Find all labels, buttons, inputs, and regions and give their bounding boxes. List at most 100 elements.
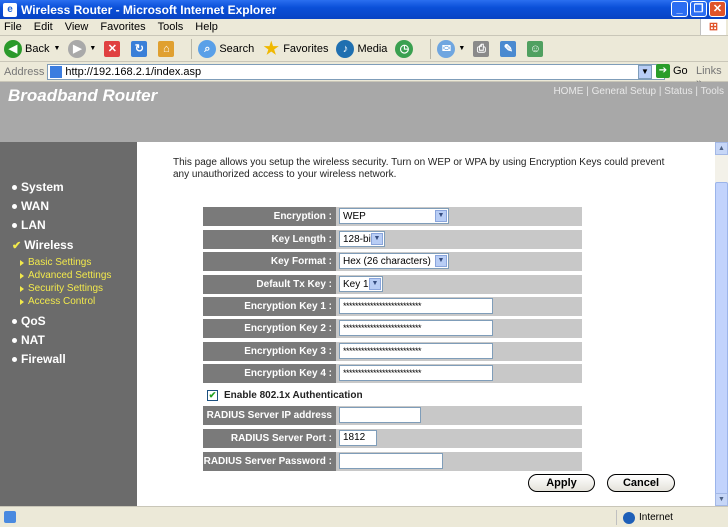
encryption-key-4-label: Encryption Key 4 : (203, 364, 336, 383)
sidebar-item-wan[interactable]: WAN (12, 199, 49, 213)
back-button[interactable]: ◀ Back ▼ (4, 39, 60, 58)
sidebar-item-label: Wireless (24, 238, 74, 252)
radius-ip-label: RADIUS Server IP address : (203, 406, 336, 440)
bullet-icon (12, 203, 17, 209)
encryption-key-4-input[interactable]: ************************** (339, 365, 493, 381)
nav-tools-link[interactable]: Tools (701, 86, 724, 97)
sidebar-subitem-security-settings[interactable]: Security Settings (20, 283, 103, 294)
enable-8021x-checkbox[interactable]: ✔ (207, 390, 218, 401)
radius-port-input[interactable]: 1812 (339, 430, 377, 446)
menu-file[interactable]: File (4, 21, 22, 33)
cancel-button[interactable]: Cancel (607, 474, 675, 492)
intro-text: This page allows you setup the wireless … (173, 157, 665, 180)
sidebar-item-wireless[interactable]: ✔ Wireless (12, 238, 73, 252)
sidebar-item-qos[interactable]: QoS (12, 314, 46, 328)
key-format-label: Key Format : (203, 252, 336, 271)
refresh-button[interactable]: ↻ (131, 40, 150, 57)
sidebar-subitem-label: Access Control (28, 296, 96, 307)
ie-app-icon: e (3, 2, 17, 17)
encryption-key-3-input[interactable]: ************************** (339, 343, 493, 359)
apply-button[interactable]: Apply (528, 474, 595, 492)
checkmark-icon: ✔ (12, 239, 22, 252)
default-tx-key-select[interactable]: Key 1 ▼ (339, 276, 383, 292)
encryption-label: Encryption : (203, 207, 336, 226)
search-label: Search (219, 42, 255, 55)
key-format-select[interactable]: Hex (26 characters) ▼ (339, 253, 449, 269)
sidebar: System WAN LAN ✔ Wireless Basic Settings … (0, 142, 137, 506)
back-arrow-icon: ◀ (4, 39, 22, 58)
close-button[interactable]: ✕ (709, 1, 726, 17)
forward-button[interactable]: ▶ ▼ (68, 39, 96, 58)
menu-view[interactable]: View (65, 21, 89, 33)
print-button[interactable]: ⎙ (473, 40, 492, 57)
sidebar-subitem-access-control[interactable]: Access Control (20, 296, 95, 307)
sidebar-item-nat[interactable]: NAT (12, 333, 45, 347)
search-icon: ⌕ (198, 39, 217, 58)
brand-title: Broadband Router (8, 86, 158, 105)
sidebar-subitem-label: Security Settings (28, 283, 104, 294)
key-format-row: Key Format : Hex (26 characters) ▼ (203, 252, 582, 271)
media-button[interactable]: ♪ Media (336, 39, 388, 58)
nav-status-link[interactable]: Status (664, 86, 692, 97)
nav-separator: | (695, 86, 699, 97)
nav-separator: | (658, 86, 662, 97)
menu-favorites[interactable]: Favorites (100, 21, 145, 33)
menu-help[interactable]: Help (195, 21, 218, 33)
messenger-icon: ☺ (527, 40, 544, 57)
restore-button[interactable]: ❐ (690, 1, 707, 17)
menu-edit[interactable]: Edit (34, 21, 53, 33)
windows-logo-icon: ⊞ (700, 19, 726, 35)
media-label: Media (357, 42, 388, 55)
sidebar-item-system[interactable]: System (12, 180, 64, 194)
menu-tools[interactable]: Tools (158, 21, 184, 33)
address-input[interactable]: http://192.168.2.1/index.asp (47, 63, 666, 80)
key-length-select[interactable]: 128-bit ▼ (339, 231, 385, 247)
encryption-key-1-label: Encryption Key 1 : (203, 297, 336, 316)
nav-separator: | (586, 86, 589, 97)
go-button[interactable]: ➔ Go (656, 64, 688, 78)
encryption-key-2-row: Encryption Key 2 : *********************… (203, 319, 582, 338)
mail-button[interactable]: ✉ ▼ (437, 39, 465, 58)
vertical-scrollbar[interactable]: ▲ ▼ (715, 142, 728, 506)
security-zone: Internet (616, 510, 673, 525)
sidebar-item-firewall[interactable]: Firewall (12, 352, 66, 366)
encryption-key-3-label: Encryption Key 3 : (203, 342, 336, 361)
edit-icon: ✎ (500, 40, 517, 57)
favorites-button[interactable]: ★ Favorites (262, 38, 329, 58)
encryption-key-2-input[interactable]: ************************** (339, 320, 493, 336)
encryption-select[interactable]: WEP ▼ (339, 208, 449, 224)
toolbar-separator (430, 38, 432, 59)
sidebar-item-lan[interactable]: LAN (12, 218, 46, 232)
sidebar-subitem-advanced-settings[interactable]: Advanced Settings (20, 270, 111, 281)
scroll-up-button[interactable]: ▲ (715, 142, 728, 155)
triangle-bullet-icon (20, 272, 24, 279)
home-button[interactable]: ⌂ (158, 40, 177, 57)
scroll-down-button[interactable]: ▼ (715, 493, 728, 506)
media-icon: ♪ (336, 39, 355, 58)
enable-8021x-row: ✔ Enable 802.1x Authentication (207, 390, 363, 401)
stop-button[interactable]: ✕ (104, 40, 123, 57)
address-dropdown-button[interactable]: ▼ (638, 65, 652, 79)
encryption-key-1-input[interactable]: ************************** (339, 298, 493, 314)
address-bar: Address http://192.168.2.1/index.asp ▼ ➔… (0, 62, 728, 89)
search-button[interactable]: ⌕ Search (198, 39, 255, 58)
history-button[interactable]: ◷ (395, 39, 416, 58)
home-icon: ⌂ (158, 40, 175, 57)
chevron-down-icon: ▼ (371, 233, 383, 245)
key-length-value: 128-bit (343, 233, 374, 245)
sidebar-subitem-basic-settings[interactable]: Basic Settings (20, 257, 91, 268)
radius-ip-input[interactable] (339, 407, 421, 423)
key-format-value: Hex (26 characters) (343, 255, 431, 267)
go-label: Go (673, 65, 688, 77)
print-icon: ⎙ (473, 40, 490, 57)
minimize-button[interactable]: _ (671, 1, 688, 17)
nav-general-setup-link[interactable]: General Setup (592, 86, 657, 97)
messenger-button[interactable]: ☺ (527, 40, 546, 57)
nav-home-link[interactable]: HOME (553, 86, 583, 97)
star-icon: ★ (263, 38, 279, 58)
triangle-bullet-icon (20, 298, 24, 305)
toolbar-separator (191, 38, 193, 59)
edit-button[interactable]: ✎ (500, 40, 519, 57)
scroll-thumb[interactable] (715, 182, 728, 502)
radius-password-input[interactable] (339, 453, 443, 469)
